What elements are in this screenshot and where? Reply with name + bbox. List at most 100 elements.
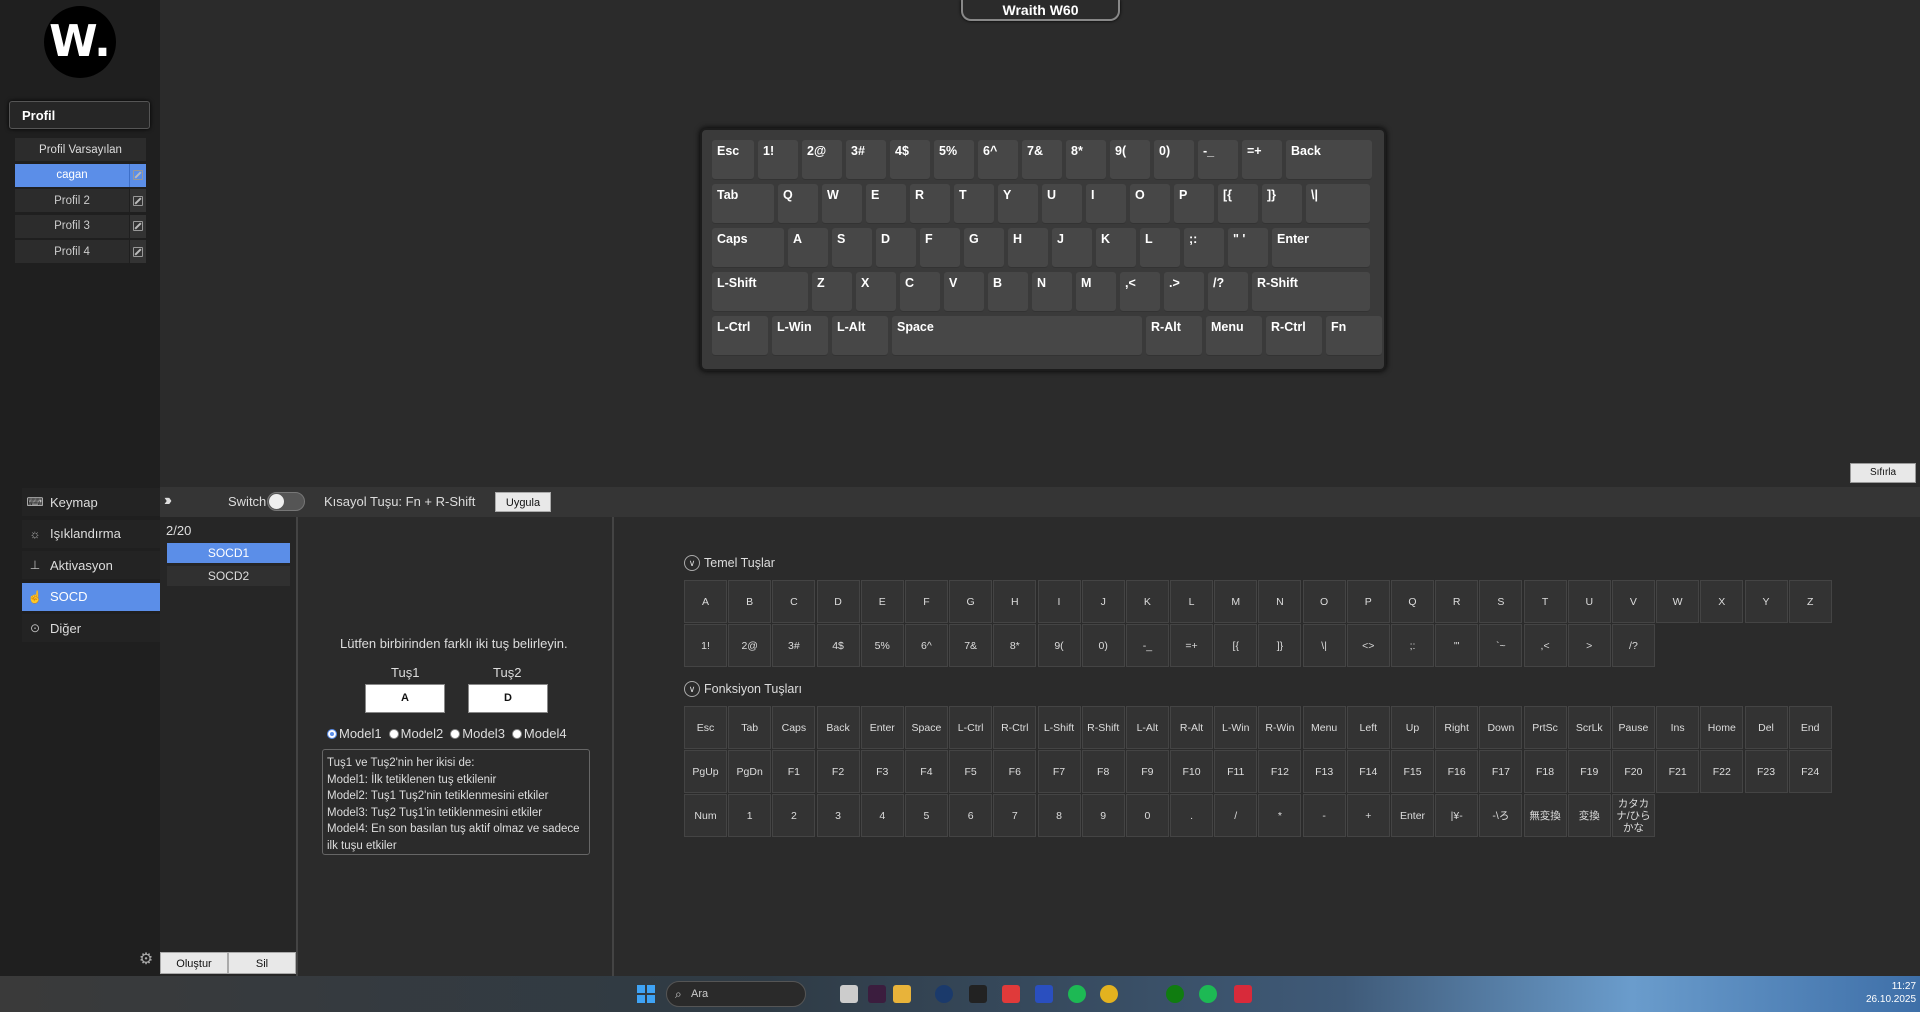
key-option[interactable]: 0	[1125, 794, 1169, 838]
keyboard-key[interactable]: C	[900, 272, 940, 312]
key-option[interactable]: M	[1214, 580, 1258, 623]
keyboard-key[interactable]: 7&	[1022, 140, 1062, 180]
app-icon[interactable]	[1002, 985, 1020, 1003]
key-option[interactable]: F13	[1302, 750, 1346, 794]
key-option[interactable]: ,<	[1523, 624, 1567, 668]
key-option[interactable]: F22	[1700, 750, 1744, 794]
taskbar-clock[interactable]: 11:27 26.10.2025	[1866, 980, 1916, 1006]
keyboard-key[interactable]: L-Shift	[712, 272, 808, 312]
keyboard-key[interactable]: U	[1042, 184, 1082, 224]
keyboard-key[interactable]: L-Ctrl	[712, 316, 768, 356]
keyboard-key[interactable]: N	[1032, 272, 1072, 312]
key-option[interactable]: 無変換	[1523, 794, 1567, 838]
collapse-chevron-icon[interactable]: ›››	[164, 492, 172, 510]
keyboard-key[interactable]: R-Alt	[1146, 316, 1202, 356]
key-option[interactable]: <>	[1346, 624, 1390, 668]
keyboard-key[interactable]: 1!	[758, 140, 798, 180]
keyboard-key[interactable]: B	[988, 272, 1028, 312]
keyboard-key[interactable]: ,<	[1120, 272, 1160, 312]
nav-item-sun[interactable]: ☼ Işıklandırma	[22, 519, 160, 548]
key-option[interactable]: Back	[816, 706, 860, 749]
keyboard-key[interactable]: 8*	[1066, 140, 1106, 180]
key-option[interactable]: O	[1302, 580, 1346, 623]
keyboard-key[interactable]: 5%	[934, 140, 974, 180]
key-option[interactable]: L-Ctrl	[949, 706, 993, 749]
keyboard-key[interactable]: Z	[812, 272, 852, 312]
keyboard-key[interactable]: 4$	[890, 140, 930, 180]
key-option[interactable]: 8*	[993, 624, 1037, 668]
keyboard-key[interactable]: I	[1086, 184, 1126, 224]
key-option[interactable]: F8	[1081, 750, 1125, 794]
socd-item-1[interactable]: SOCD1	[167, 543, 290, 563]
key-option[interactable]: 2@	[728, 624, 772, 668]
keyboard-key[interactable]: E	[866, 184, 906, 224]
key-option[interactable]: Y	[1744, 580, 1788, 623]
key-option[interactable]: F17	[1479, 750, 1523, 794]
keyboard-key[interactable]: Esc	[712, 140, 754, 180]
taskbar-search[interactable]: ⌕ Ara	[666, 981, 806, 1007]
key-option[interactable]: >	[1567, 624, 1611, 668]
key-option[interactable]: F12	[1258, 750, 1302, 794]
function-keys-header[interactable]: ∨ Fonksiyon Tuşları	[684, 681, 802, 697]
key-option[interactable]: 6^	[904, 624, 948, 668]
keyboard-key[interactable]: " '	[1228, 228, 1268, 268]
key-option[interactable]: |¥-	[1435, 794, 1479, 838]
nav-item-more[interactable]: ⊙ Diğer	[22, 614, 160, 642]
edit-profile-button[interactable]	[129, 214, 146, 238]
key-option[interactable]: 3	[816, 794, 860, 838]
key-option[interactable]: Del	[1744, 706, 1788, 749]
keyboard-key[interactable]: R-Shift	[1252, 272, 1370, 312]
key-option[interactable]: "'	[1435, 624, 1479, 668]
key-option[interactable]: F14	[1346, 750, 1390, 794]
spotify-icon[interactable]	[1199, 985, 1217, 1003]
key-option[interactable]: Right	[1435, 706, 1479, 749]
key-option[interactable]: 9(	[1037, 624, 1081, 668]
key-option[interactable]: T	[1523, 580, 1567, 623]
app-icon[interactable]	[1035, 985, 1053, 1003]
key2-slot[interactable]: D	[468, 684, 548, 713]
key-option[interactable]: L-Win	[1214, 706, 1258, 749]
key-option[interactable]: X	[1700, 580, 1744, 623]
app-icon[interactable]	[1234, 985, 1252, 1003]
key-option[interactable]: G	[949, 580, 993, 623]
key-option[interactable]: F1	[772, 750, 816, 794]
key-option[interactable]: F10	[1170, 750, 1214, 794]
keyboard-key[interactable]: S	[832, 228, 872, 268]
key-option[interactable]: F18	[1523, 750, 1567, 794]
keyboard-key[interactable]: T	[954, 184, 994, 224]
settings-gear-icon[interactable]: ⚙	[136, 950, 156, 970]
key-option[interactable]: R	[1435, 580, 1479, 623]
key-option[interactable]: End	[1788, 706, 1832, 749]
model-radio-1[interactable]: Model1	[327, 726, 382, 741]
keyboard-key[interactable]: P	[1174, 184, 1214, 224]
app-icon[interactable]	[868, 985, 886, 1003]
key-option[interactable]: A	[684, 580, 727, 623]
reset-button[interactable]: Sıfırla	[1850, 463, 1916, 483]
key-option[interactable]: 2	[772, 794, 816, 838]
edit-profile-button[interactable]	[129, 163, 146, 187]
key-option[interactable]: ScrLk	[1567, 706, 1611, 749]
key-option[interactable]: F6	[993, 750, 1037, 794]
keyboard-key[interactable]: ;:	[1184, 228, 1224, 268]
key-option[interactable]: Space	[904, 706, 948, 749]
key-option[interactable]: ;:	[1391, 624, 1434, 668]
key-option[interactable]: `~	[1479, 624, 1523, 668]
keyboard-key[interactable]: L-Alt	[832, 316, 888, 356]
xbox-icon[interactable]	[1166, 985, 1184, 1003]
keyboard-key[interactable]: X	[856, 272, 896, 312]
keyboard-key[interactable]: 3#	[846, 140, 886, 180]
profile-item[interactable]: Profil Varsayılan	[15, 138, 146, 161]
key-option[interactable]: Home	[1700, 706, 1744, 749]
edit-profile-button[interactable]	[129, 189, 146, 212]
key-option[interactable]: /	[1214, 794, 1258, 838]
key-option[interactable]: I	[1037, 580, 1081, 623]
key-option[interactable]: 1	[728, 794, 772, 838]
profile-item[interactable]: Profil 3	[15, 214, 146, 238]
key-option[interactable]: Menu	[1302, 706, 1346, 749]
keyboard-key[interactable]: D	[876, 228, 916, 268]
keyboard-key[interactable]: Menu	[1206, 316, 1262, 356]
keyboard-key[interactable]: 6^	[978, 140, 1018, 180]
key-option[interactable]: Enter	[860, 706, 904, 749]
key-option[interactable]: Z	[1788, 580, 1832, 623]
key-option[interactable]: L-Alt	[1125, 706, 1169, 749]
